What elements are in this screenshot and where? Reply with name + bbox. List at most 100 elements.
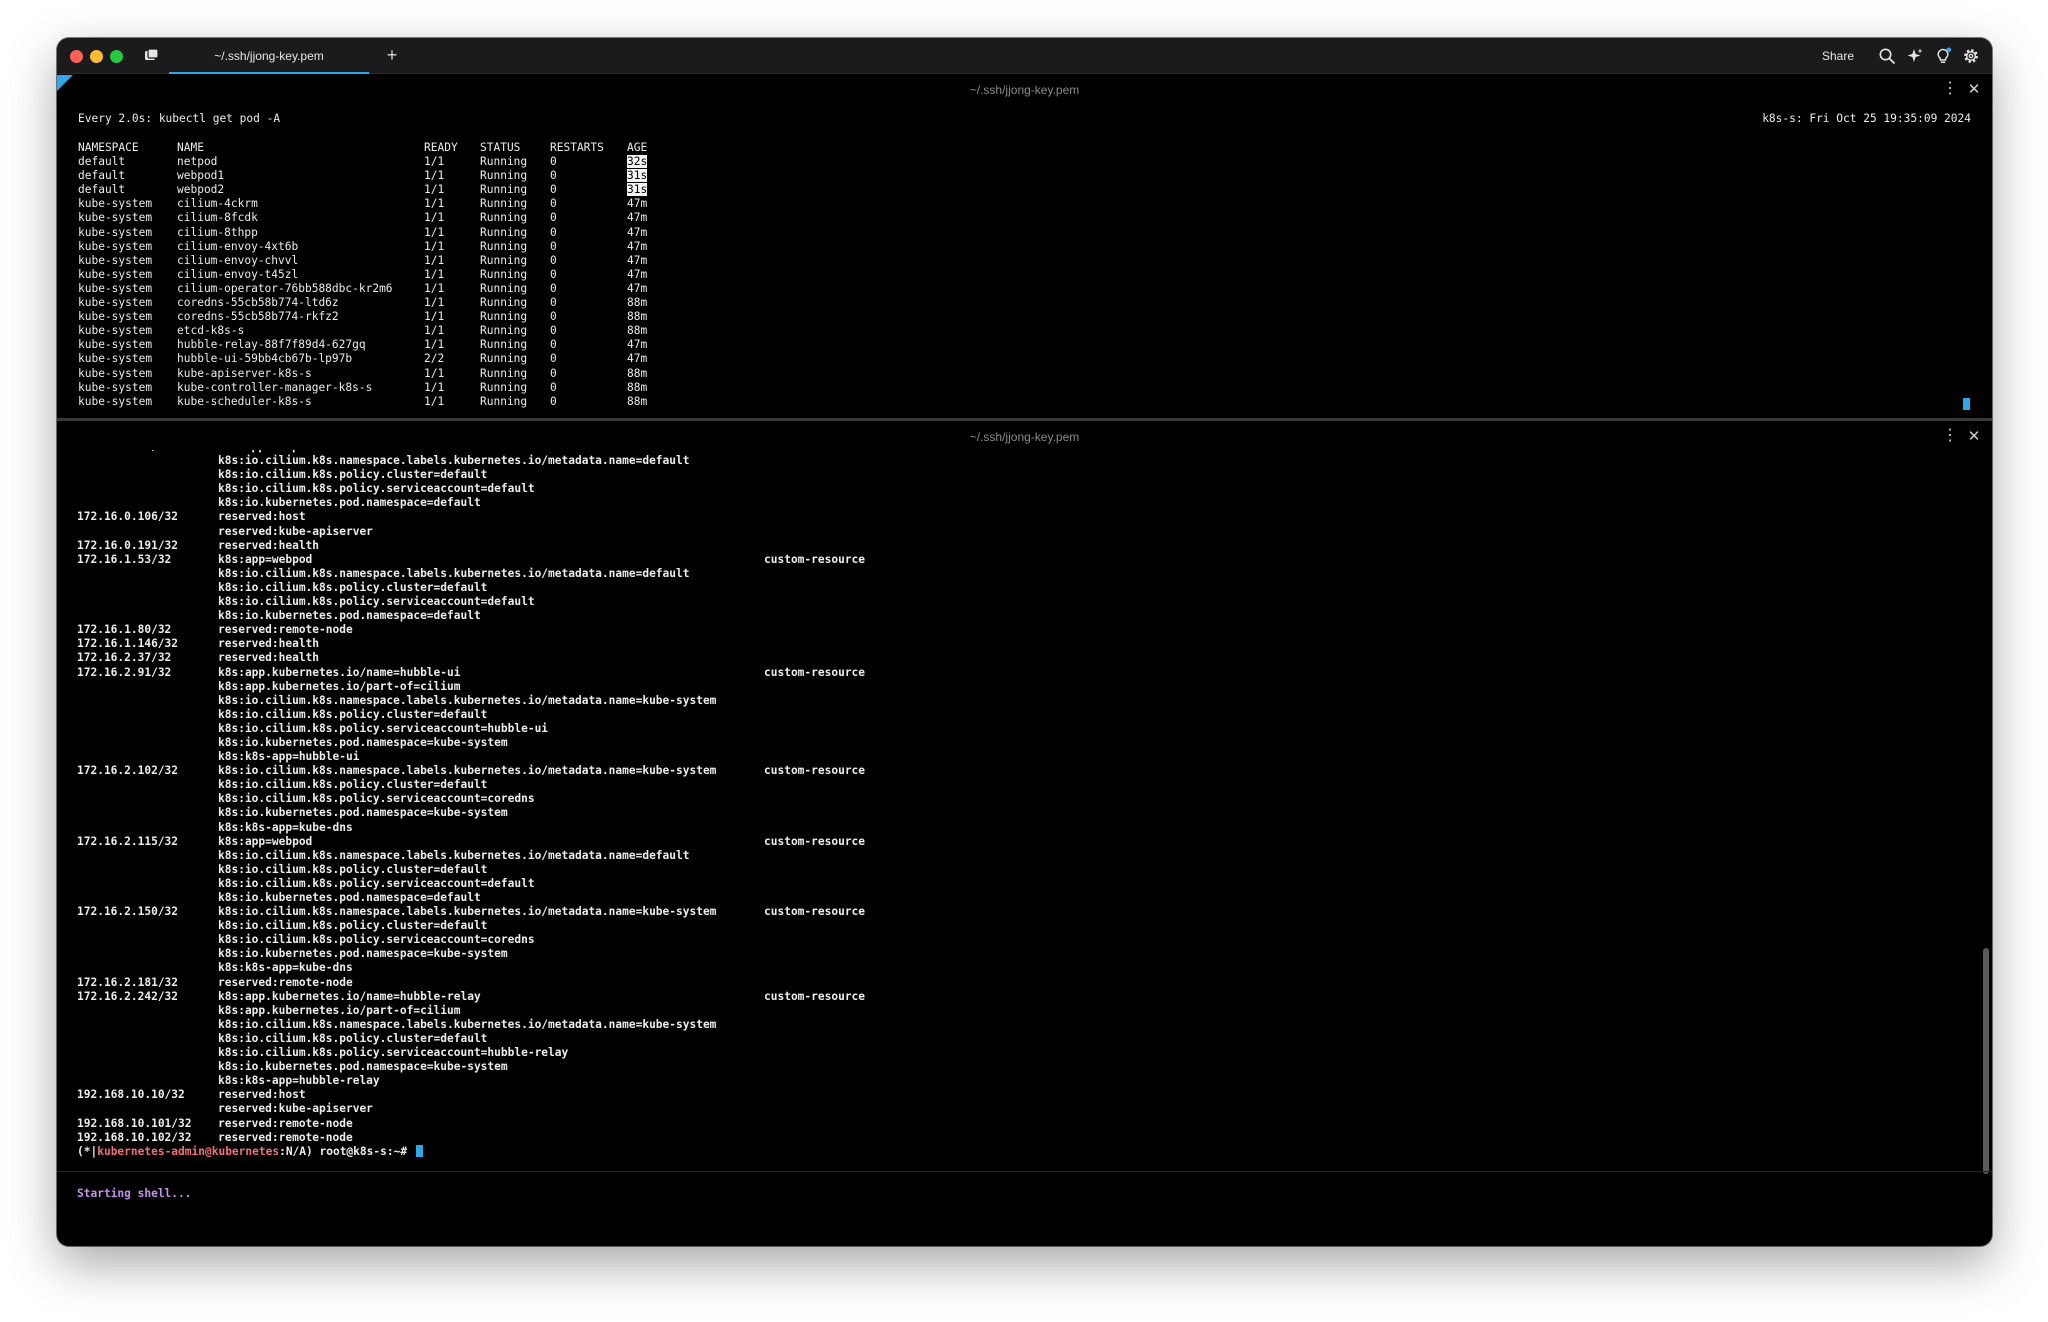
pod-name: kube-scheduler-k8s-s <box>177 394 312 408</box>
col-name: NAME <box>177 141 204 154</box>
pod-namespace: kube-system <box>78 281 153 295</box>
gear-icon[interactable] <box>1962 47 1980 65</box>
shell-prompt[interactable]: (*|kubernetes-admin@kubernetes:N/A) root… <box>77 1144 1937 1159</box>
pod-name: hubble-relay-88f7f89d4-627gq <box>177 338 366 352</box>
pod-namespace: kube-system <box>78 211 153 225</box>
endpoint-ip: 172.16.2.115/32 <box>77 834 179 848</box>
pod-name: kube-controller-manager-k8s-s <box>177 380 373 394</box>
endpoint-row: 172.16.0.191/32 reserved:health <box>77 539 964 553</box>
pod-ready: 1/1 <box>424 155 445 169</box>
endpoint-source <box>764 961 964 975</box>
pod-restarts: 0 <box>550 183 557 197</box>
pane-2-close-icon[interactable]: ✕ <box>1966 424 1982 450</box>
col-restarts: RESTARTS <box>550 141 604 154</box>
pod-row: default webpod1 1/1 Running 0 31s <box>78 169 667 183</box>
new-tab-button[interactable]: + <box>379 42 405 68</box>
endpoint-row: k8s:io.cilium.k8s.policy.serviceaccount=… <box>77 482 964 496</box>
endpoint-row: k8s:io.cilium.k8s.policy.serviceaccount=… <box>77 792 964 806</box>
pod-restarts: 0 <box>550 211 557 225</box>
endpoint-identity-table: 172.16.0.92/32k8s:app=netpodcustom-resou… <box>77 450 964 1145</box>
pane-2-scrollbar[interactable] <box>1983 948 1989 1174</box>
pane-1-close-icon[interactable]: ✕ <box>1966 77 1982 103</box>
pod-ready: 1/1 <box>424 169 445 183</box>
pod-namespace: kube-system <box>78 296 153 310</box>
pod-status: Running <box>480 155 528 169</box>
endpoint-ip <box>77 778 218 792</box>
pane-divider[interactable] <box>57 418 1992 421</box>
endpoint-source <box>764 1117 964 1131</box>
terminal-window: ~/.ssh/jjong-key.pem + Share ~/.ssh/jjon… <box>57 38 1992 1246</box>
endpoint-source <box>764 1060 964 1074</box>
pod-table-header: NAMESPACE NAME READY STATUS RESTARTS AGE <box>78 141 667 155</box>
endpoint-ip <box>77 581 218 595</box>
endpoint-ip <box>77 933 218 947</box>
pane-2-title: ~/.ssh/jjong-key.pem <box>969 430 1080 444</box>
share-button[interactable]: Share <box>1822 47 1854 65</box>
pod-table: NAMESPACE NAME READY STATUS RESTARTS AGE… <box>78 141 667 409</box>
endpoint-row: 172.16.2.242/32 k8s:app.kubernetes.io/nam… <box>77 990 964 1004</box>
tab-title: ~/.ssh/jjong-key.pem <box>214 49 324 63</box>
endpoint-row: k8s:io.cilium.k8s.policy.cluster=default <box>77 1032 964 1046</box>
endpoint-label: k8s:io.cilium.k8s.namespace.labels.kuber… <box>218 566 690 580</box>
endpoint-ip <box>77 708 218 722</box>
endpoint-source <box>764 806 964 820</box>
endpoint-row: k8s:app.kubernetes.io/part-of=cilium <box>77 1004 964 1018</box>
endpoint-source <box>764 821 964 835</box>
endpoint-ip: 172.16.0.106/32 <box>77 510 179 524</box>
endpoint-source: custom-resource <box>764 665 866 679</box>
pod-status: Running <box>480 281 528 295</box>
prompt-kube-context: kubernetes-admin@kubernetes <box>97 1144 280 1158</box>
search-icon[interactable] <box>1878 47 1896 65</box>
minimize-window-button[interactable] <box>90 50 103 63</box>
pod-restarts: 0 <box>550 225 557 239</box>
endpoint-source <box>764 1131 964 1145</box>
pod-age: 47m <box>627 338 648 352</box>
endpoint-source <box>764 863 964 877</box>
endpoint-ip <box>77 877 218 891</box>
pane-2-menu-icon[interactable]: ⋮ <box>1942 424 1958 450</box>
endpoint-row: k8s:io.cilium.k8s.policy.serviceaccount=… <box>77 595 964 609</box>
endpoint-row: 192.168.10.101/32 reserved:remote-node <box>77 1117 964 1131</box>
endpoint-source: custom-resource <box>764 989 866 1003</box>
pod-status: Running <box>480 338 528 352</box>
endpoint-row: k8s:k8s-app=kube-dns <box>77 821 964 835</box>
endpoint-row: k8s:io.cilium.k8s.namespace.labels.kuber… <box>77 849 964 863</box>
pod-age: 32s <box>627 155 667 169</box>
pod-status: Running <box>480 267 528 281</box>
pod-row: kube-system cilium-operator-76bb588dbc-kr… <box>78 282 667 296</box>
pod-status: Running <box>480 239 528 253</box>
endpoint-ip: 172.16.1.53/32 <box>77 552 172 566</box>
pod-name: cilium-8thpp <box>177 225 258 239</box>
endpoint-source: custom-resource <box>764 552 866 566</box>
pod-row: kube-system hubble-relay-88f7f89d4-627gq 1… <box>78 338 667 352</box>
endpoint-label: k8s:k8s-app=hubble-ui <box>218 750 360 764</box>
endpoint-ip <box>77 1032 218 1046</box>
pane-1-title: ~/.ssh/jjong-key.pem <box>969 83 1080 97</box>
endpoint-ip <box>77 750 218 764</box>
pane-1-menu-icon[interactable]: ⋮ <box>1942 77 1958 103</box>
close-window-button[interactable] <box>70 50 83 63</box>
endpoint-ip: 172.16.2.150/32 <box>77 905 179 919</box>
endpoint-row: k8s:io.kubernetes.pod.namespace=kube-sys… <box>77 806 964 820</box>
endpoint-ip <box>77 1046 218 1060</box>
endpoint-label: k8s:io.cilium.k8s.policy.serviceaccount=… <box>218 482 535 496</box>
endpoint-label: k8s:io.cilium.k8s.namespace.labels.kuber… <box>218 454 690 468</box>
zoom-window-button[interactable] <box>110 50 123 63</box>
lightbulb-icon[interactable] <box>1934 47 1952 65</box>
endpoint-row: k8s:io.kubernetes.pod.namespace=kube-sys… <box>77 1060 964 1074</box>
pod-name: cilium-envoy-4xt6b <box>177 239 299 253</box>
sidebar-toggle-icon[interactable] <box>143 48 159 62</box>
status-separator <box>57 1171 1992 1172</box>
pod-ready: 1/1 <box>424 366 445 380</box>
endpoint-label: k8s:io.cilium.k8s.namespace.labels.kuber… <box>218 1017 717 1031</box>
tab-active[interactable]: ~/.ssh/jjong-key.pem <box>169 38 369 74</box>
endpoint-label: k8s:k8s-app=hubble-relay <box>218 1074 380 1088</box>
endpoint-label: k8s:io.cilium.k8s.policy.cluster=default <box>218 778 488 792</box>
ai-sparkle-icon[interactable] <box>1906 47 1924 65</box>
pod-ready: 1/1 <box>424 267 445 281</box>
pod-name: cilium-4ckrm <box>177 197 258 211</box>
col-status: STATUS <box>480 141 521 154</box>
pane-2-terminal-output[interactable]: 172.16.0.92/32k8s:app=netpodcustom-resou… <box>77 450 1937 1188</box>
endpoint-ip <box>77 863 218 877</box>
age-highlight: 31s <box>627 183 648 197</box>
